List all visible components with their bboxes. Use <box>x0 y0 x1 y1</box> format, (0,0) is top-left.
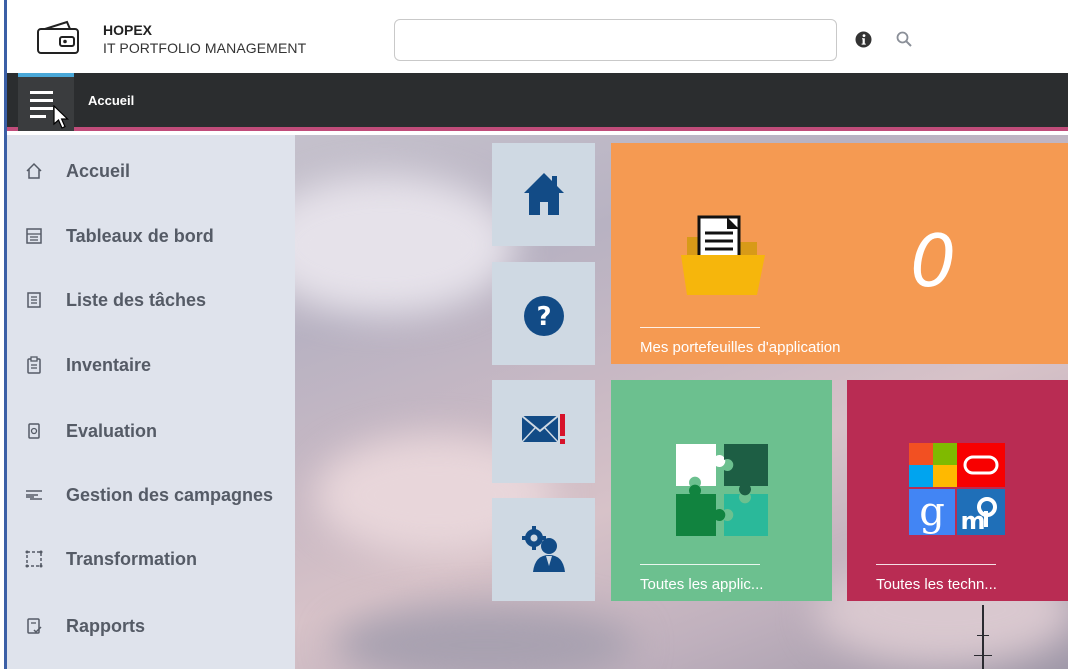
info-icon[interactable] <box>855 31 872 48</box>
mail-alert-icon <box>521 414 565 444</box>
evaluation-icon <box>28 423 40 439</box>
mail-tile[interactable] <box>492 380 595 483</box>
brand-title: HOPEX <box>103 22 153 38</box>
technologies-tile[interactable]: g m Toutes les techn... <box>847 380 1068 601</box>
portfolios-tile[interactable]: 0 Mes portefeuilles d'application <box>611 143 1068 364</box>
admin-tile[interactable] <box>492 498 595 601</box>
tile-divider <box>640 564 760 565</box>
top-menubar: Accueil <box>7 73 1068 131</box>
wallet-logo-icon <box>37 20 79 54</box>
user-settings-icon <box>522 526 565 572</box>
help-tile[interactable]: ? <box>492 262 595 365</box>
background-cloud <box>335 605 635 669</box>
transformation-icon <box>25 550 43 568</box>
sidebar-item-label: Accueil <box>66 161 131 181</box>
mouse-cursor-icon <box>53 105 69 129</box>
svg-text:g: g <box>919 489 945 535</box>
tile-divider <box>640 327 760 328</box>
tile-label: Mes portefeuilles d'application <box>640 339 841 356</box>
window-left-edge <box>0 0 7 669</box>
antenna-tower-arm <box>974 655 992 656</box>
sidebar-item-label: Gestion des campagnes <box>66 485 274 505</box>
sidebar-item-label: Liste des tâches <box>66 290 207 310</box>
sidebar-item-label: Inventaire <box>66 355 152 375</box>
home-content: ? 0 Mes portefeuilles d'application Tout… <box>295 135 1068 669</box>
search-input[interactable] <box>394 19 837 61</box>
folder-document-icon <box>681 215 765 295</box>
technology-logos-icon: g m <box>909 443 1005 535</box>
sidebar: Accueil Tableaux de bord Liste des tâche… <box>7 135 295 669</box>
campaign-icon <box>26 490 42 500</box>
tile-divider <box>876 564 996 565</box>
sidebar-item-evaluation[interactable]: Evaluation <box>7 407 295 457</box>
sidebar-item-liste-des-taches[interactable]: Liste des tâches <box>7 276 295 326</box>
sidebar-item-label: Rapports <box>66 616 146 636</box>
task-list-icon <box>27 292 41 308</box>
help-icon: ? <box>524 296 564 336</box>
sidebar-item-tableaux-de-bord[interactable]: Tableaux de bord <box>7 212 295 262</box>
antenna-tower <box>982 605 984 669</box>
home-tile[interactable] <box>492 143 595 246</box>
background-cloud <box>295 175 515 315</box>
sidebar-item-gestion-des-campagnes[interactable]: Gestion des campagnes <box>7 471 295 521</box>
sidebar-item-transformation[interactable]: Transformation <box>7 535 295 585</box>
sidebar-item-accueil[interactable]: Accueil <box>7 147 295 197</box>
search-icon[interactable] <box>896 31 912 47</box>
dashboard-icon <box>26 228 42 244</box>
sidebar-item-rapports[interactable]: Rapports <box>7 602 295 652</box>
report-icon <box>27 618 42 634</box>
tile-label: Toutes les techn... <box>876 576 997 593</box>
sidebar-item-label: Evaluation <box>66 421 158 441</box>
puzzle-icon <box>676 444 768 536</box>
sidebar-item-inventaire[interactable]: Inventaire <box>7 341 295 391</box>
sidebar-item-label: Transformation <box>66 549 198 569</box>
home-icon <box>524 173 564 215</box>
portfolio-count: 0 <box>910 219 956 303</box>
applications-tile[interactable]: Toutes les applic... <box>611 380 832 601</box>
antenna-tower-arm <box>977 635 989 636</box>
app-header: HOPEX IT PORTFOLIO MANAGEMENT <box>7 0 1068 73</box>
clipboard-icon <box>27 356 41 374</box>
sidebar-item-label: Tableaux de bord <box>66 226 214 246</box>
home-outline-icon <box>26 162 42 179</box>
brand-subtitle: IT PORTFOLIO MANAGEMENT <box>103 40 307 56</box>
svg-text:?: ? <box>536 302 551 332</box>
menubar-title: Accueil <box>88 93 135 108</box>
tile-label: Toutes les applic... <box>640 576 764 593</box>
